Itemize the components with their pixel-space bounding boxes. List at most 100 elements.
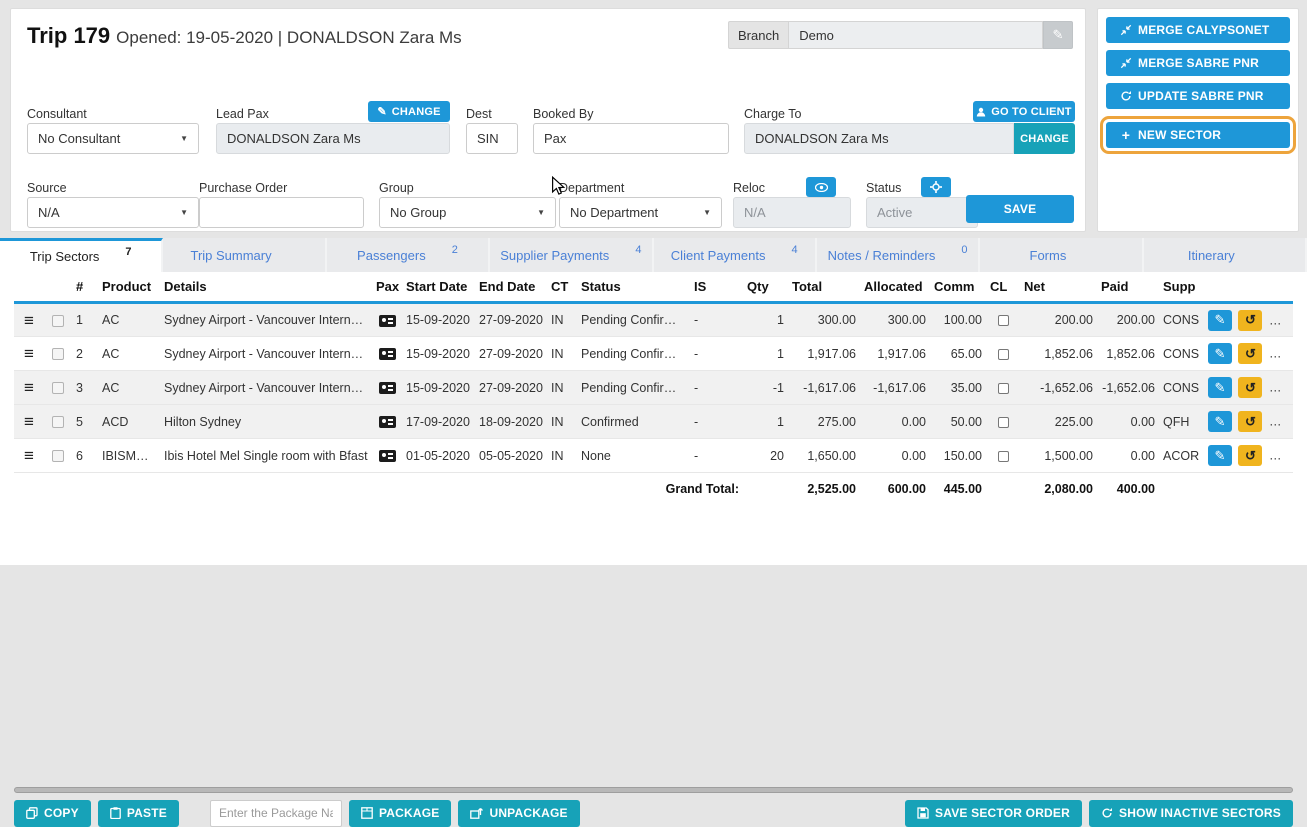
drag-handle-icon[interactable]: ≡ [24,412,34,431]
edit-sector-button[interactable]: ✎ [1208,411,1232,432]
eye-icon [815,183,828,192]
unpackage-button[interactable]: UNPACKAGE [458,800,579,827]
col-qty: Qty [743,272,788,303]
tab[interactable]: Trip Sectors 7 [0,238,163,272]
reloc-view-button[interactable] [806,177,836,197]
sector-supp: ACOR [1159,439,1204,473]
sector-row: ≡ 6 IBISMELS Ibis Hotel Mel Single room … [14,439,1293,473]
row-checkbox[interactable] [52,382,64,394]
pax-card-icon[interactable] [379,315,396,327]
booked-by-input[interactable] [533,123,729,154]
pax-card-icon[interactable] [379,348,396,360]
sector-details: Ibis Hotel Mel Single room with Bfast [160,439,372,473]
branch-edit-button[interactable]: ✎ [1043,21,1073,49]
go-to-client-button[interactable]: GO TO CLIENT [973,101,1075,122]
sector-is: - [690,371,743,405]
table-header-row: # Product Details Pax Start Date End Dat… [14,272,1293,303]
sector-paid: 1,852.06 [1097,337,1159,371]
package-name-input[interactable] [210,800,342,827]
sector-comm: 65.00 [930,337,986,371]
cl-checkbox[interactable] [998,349,1009,360]
group-select[interactable]: No Group ▼ [379,197,556,228]
row-checkbox[interactable] [52,450,64,462]
pax-card-icon[interactable] [379,416,396,428]
history-sector-button[interactable]: ↺ [1238,377,1262,398]
edit-sector-button[interactable]: ✎ [1208,343,1232,364]
consultant-select[interactable]: No Consultant ▼ [27,123,199,154]
sector-total: -1,617.06 [788,371,860,405]
history-sector-button[interactable]: ↺ [1238,445,1262,466]
horizontal-scrollbar[interactable] [14,787,1293,793]
unpackage-icon [470,807,483,819]
pax-card-icon[interactable] [379,382,396,394]
dest-input[interactable] [466,123,518,154]
history-sector-button[interactable]: ↺ [1238,343,1262,364]
cl-checkbox[interactable] [998,315,1009,326]
cancel-sector-button[interactable]: ⊘ [1269,343,1293,364]
tab[interactable]: Notes / Reminders 0 [817,238,980,272]
row-checkbox[interactable] [52,315,64,327]
source-select[interactable]: N/A ▼ [27,197,199,228]
cl-checkbox[interactable] [998,383,1009,394]
sector-details: Hilton Sydney [160,405,372,439]
consultant-label: Consultant [27,107,87,121]
sector-end-date: 27-09-2020 [475,303,547,337]
paste-button[interactable]: PASTE [98,800,179,827]
pax-card-icon[interactable] [379,450,396,462]
new-sector-highlight: + NEW SECTOR [1100,116,1296,154]
sector-details: Sydney Airport - Vancouver International… [160,303,372,337]
purchase-order-input[interactable] [199,197,364,228]
col-supp: Supp [1159,272,1204,303]
copy-button[interactable]: COPY [14,800,91,827]
sector-allocated: 0.00 [860,439,930,473]
ban-icon: ⊘ [1276,346,1287,362]
drag-handle-icon[interactable]: ≡ [24,446,34,465]
merge-sabre-pnr-button[interactable]: MERGE SABRE PNR [1106,50,1290,76]
cancel-sector-button[interactable]: ⊘ [1269,445,1293,466]
status-settings-button[interactable] [921,177,951,197]
tab[interactable]: Forms [980,238,1143,272]
save-sector-order-button[interactable]: SAVE SECTOR ORDER [905,800,1082,827]
save-button[interactable]: SAVE [966,195,1074,223]
tab[interactable]: Supplier Payments 4 [490,238,653,272]
grand-total-total: 2,525.00 [788,473,860,505]
cancel-sector-button[interactable]: ⊘ [1269,310,1293,331]
show-inactive-sectors-button[interactable]: SHOW INACTIVE SECTORS [1089,800,1293,827]
edit-sector-button[interactable]: ✎ [1208,445,1232,466]
tab-label: Trip Summary [190,248,271,263]
tab-label: Supplier Payments [500,248,609,263]
edit-sector-button[interactable]: ✎ [1208,377,1232,398]
sector-ct: IN [547,439,577,473]
charge-to-change-button[interactable]: CHANGE [1014,123,1075,154]
tab[interactable]: Passengers 2 [327,238,490,272]
cl-checkbox[interactable] [998,451,1009,462]
col-comm: Comm [930,272,986,303]
tab[interactable]: Itinerary [1144,238,1307,272]
col-paid: Paid [1097,272,1159,303]
merge-calypsonet-button[interactable]: MERGE CALYPSONET [1106,17,1290,43]
ban-icon: ⊘ [1276,414,1287,430]
drag-handle-icon[interactable]: ≡ [24,311,34,330]
row-checkbox[interactable] [52,416,64,428]
cancel-sector-button[interactable]: ⊘ [1269,411,1293,432]
drag-handle-icon[interactable]: ≡ [24,378,34,397]
edit-sector-button[interactable]: ✎ [1208,310,1232,331]
group-value: No Group [390,205,446,220]
tab-label: Passengers [357,248,426,263]
history-sector-button[interactable]: ↺ [1238,411,1262,432]
row-checkbox[interactable] [52,348,64,360]
department-select[interactable]: No Department ▼ [559,197,722,228]
drag-handle-icon[interactable]: ≡ [24,344,34,363]
update-sabre-pnr-button[interactable]: UPDATE SABRE PNR [1106,83,1290,109]
tab[interactable]: Client Payments 4 [654,238,817,272]
sector-comm: 35.00 [930,371,986,405]
cancel-sector-button[interactable]: ⊘ [1269,377,1293,398]
sector-details: Sydney Airport - Vancouver International… [160,371,372,405]
lead-pax-change-button[interactable]: ✎CHANGE [368,101,450,122]
sector-start-date: 15-09-2020 [402,371,475,405]
package-button[interactable]: PACKAGE [349,800,452,827]
new-sector-button[interactable]: + NEW SECTOR [1106,122,1290,148]
history-sector-button[interactable]: ↺ [1238,310,1262,331]
tab[interactable]: Trip Summary [163,238,326,272]
cl-checkbox[interactable] [998,417,1009,428]
